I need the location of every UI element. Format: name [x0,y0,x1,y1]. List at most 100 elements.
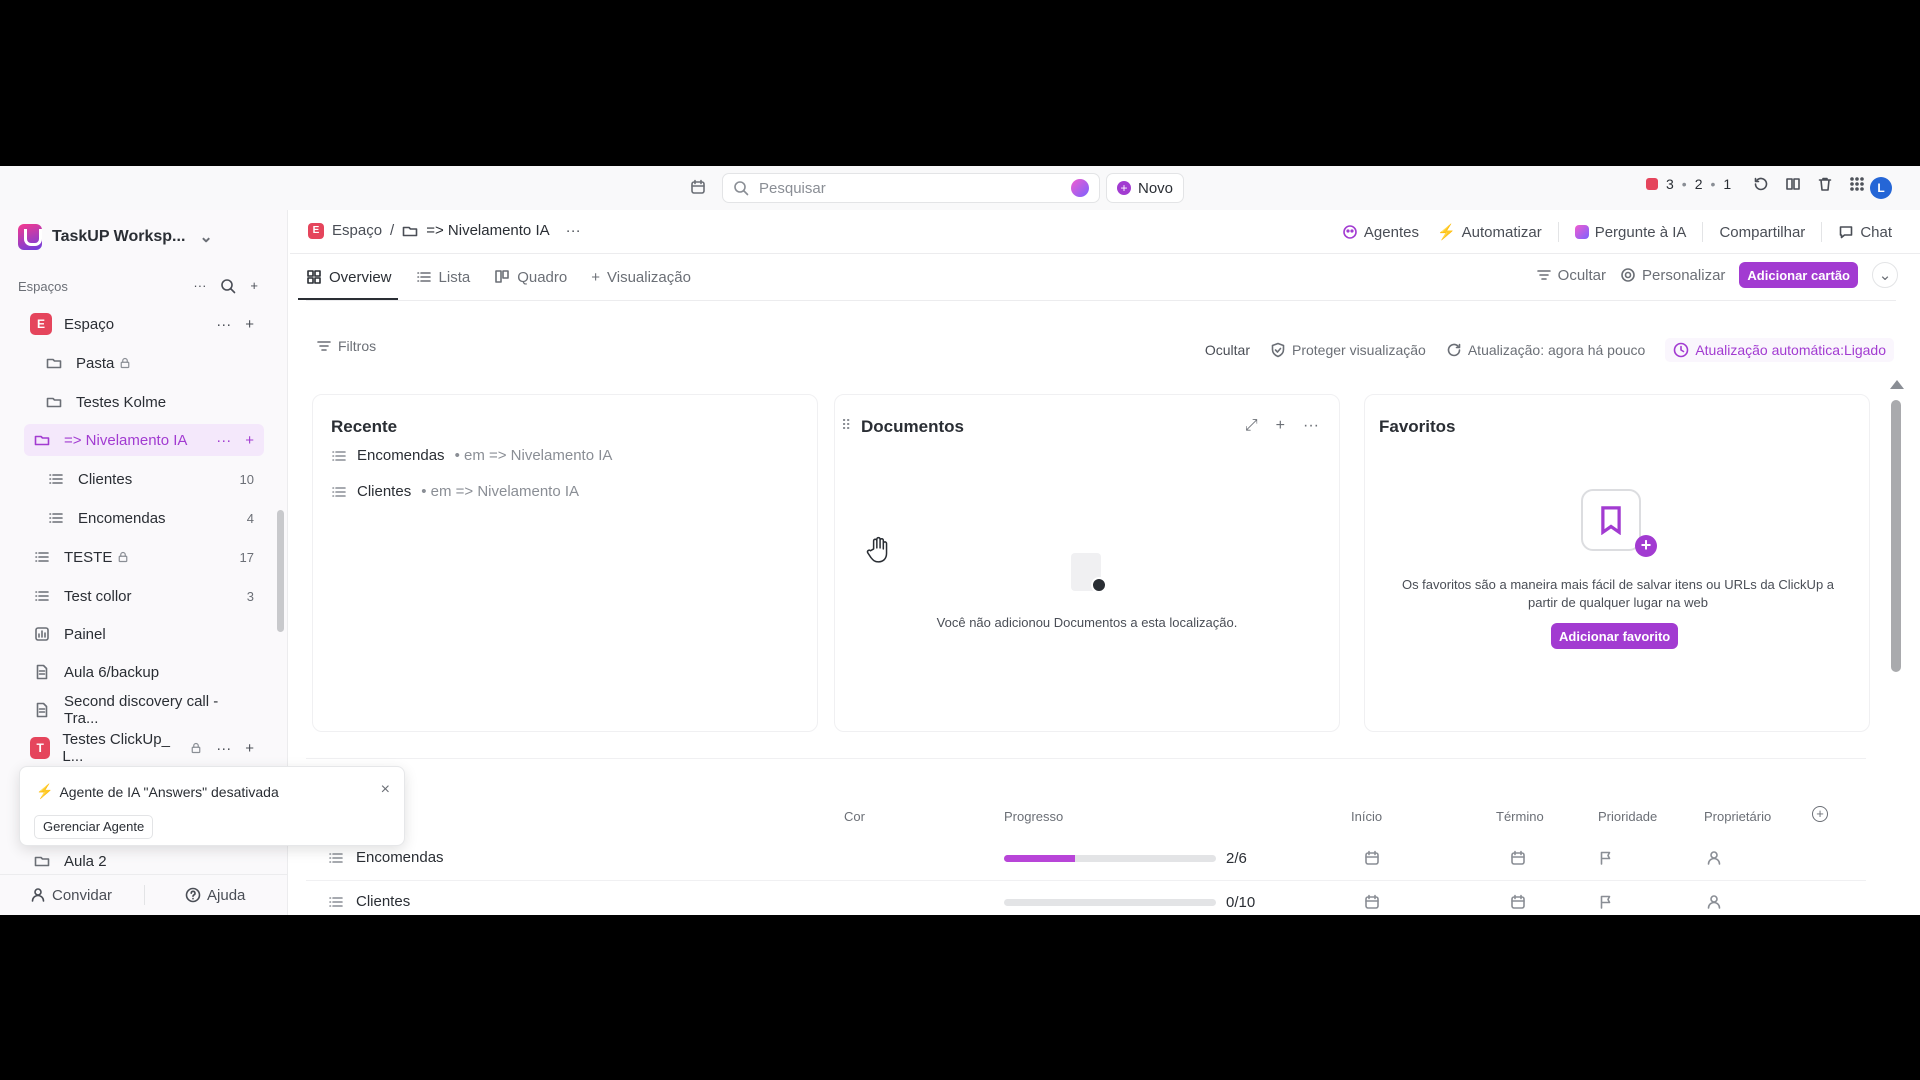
table-row[interactable]: Encomendas 2/6 [306,837,1866,881]
columns-icon[interactable] [1785,176,1801,192]
sidebar-footer: Convidar Ajuda [0,874,288,915]
chat-button[interactable]: Chat [1832,218,1898,246]
refresh-button[interactable]: Atualização: agora há pouco [1446,342,1645,358]
calendar-icon[interactable] [690,179,706,195]
user-icon [31,888,45,902]
column-header-owner: Proprietário [1704,809,1772,824]
invite-button[interactable]: Convidar [30,887,112,904]
user-icon[interactable] [1706,894,1722,910]
trash-icon[interactable] [1817,176,1833,192]
add-column-icon[interactable]: + [1812,806,1828,822]
search-placeholder: Pesquisar [759,179,826,197]
expand-icon[interactable]: ⤢ [1245,417,1258,435]
scroll-up-arrow-icon[interactable] [1890,380,1904,389]
sidebar-item-aula-2[interactable]: Aula 2 [24,850,264,872]
auto-refresh-toggle[interactable]: Atualização automática:Ligado [1665,338,1894,362]
calendar-icon[interactable] [1510,850,1526,866]
plus-icon[interactable]: + [245,432,254,449]
recent-item[interactable]: Encomendas • em => Nivelamento IA [331,447,612,464]
tab-lista[interactable]: Lista [416,254,470,300]
search-icon [734,181,749,196]
agents-button[interactable]: Agentes [1336,218,1425,246]
overview-icon [307,270,321,284]
automate-button[interactable]: ⚡ Automatizar [1431,218,1548,246]
chat-label: Chat [1860,223,1892,241]
breadcrumb-space[interactable]: Espaço [332,222,382,239]
sidebar-item-teste[interactable]: TESTE 17 [24,541,264,573]
sidebar-item-testes-clickup[interactable]: T Testes ClickUp_ L... ··· + [20,731,264,765]
table-row[interactable]: Clientes 0/10 [306,881,1866,915]
workspace-switcher[interactable]: TaskUP Worksp... ⌄ [18,224,213,250]
drag-handle-icon[interactable]: ⠿ [841,417,851,434]
sidebar-item-espaco[interactable]: E Espaço ··· + [20,308,264,340]
sidebar-scrollbar[interactable] [277,510,284,632]
manage-agent-button[interactable]: Gerenciar Agente [34,815,154,839]
breadcrumb-current[interactable]: => Nivelamento IA [426,222,549,239]
avatar[interactable]: L [1870,177,1892,199]
customize-label: Personalizar [1642,266,1726,284]
calendar-icon[interactable] [1364,894,1380,910]
row-name: Encomendas [356,849,444,866]
tab-overview[interactable]: Overview [298,254,398,300]
more-icon[interactable]: ··· [216,432,231,449]
new-button[interactable]: + Novo [1106,173,1185,203]
hide-button[interactable]: Ocultar [1536,267,1606,284]
sidebar-item-pasta[interactable]: Pasta [36,347,264,379]
record-icon[interactable] [1646,178,1658,190]
history-icon[interactable] [1753,176,1769,192]
sidebar-item-testes-kolme[interactable]: Testes Kolme [36,386,264,418]
help-button[interactable]: Ajuda [185,887,245,904]
workspace-logo-icon [18,224,42,250]
customize-button[interactable]: Personalizar [1620,267,1725,284]
flag-icon[interactable] [1598,894,1614,910]
tab-add-view[interactable]: + Visualização [591,254,691,300]
main-scrollbar[interactable] [1891,400,1901,672]
lock-icon [191,742,201,754]
close-icon[interactable]: × [381,781,390,799]
hide-cards-button[interactable]: Ocultar [1205,342,1250,358]
sidebar-item-aula-6-backup[interactable]: Aula 6/backup [24,656,264,688]
apps-grid-icon[interactable] [1849,176,1865,192]
plus-icon[interactable]: + [245,316,254,333]
more-icon[interactable]: ··· [1303,417,1319,435]
divider [1821,222,1823,242]
recent-item[interactable]: Clientes • em => Nivelamento IA [331,483,579,500]
sidebar-item-encomendas[interactable]: Encomendas 4 [36,502,264,534]
space-badge: E [308,222,324,239]
tab-quadro[interactable]: Quadro [494,254,567,300]
sidebar-item-painel[interactable]: Painel [24,618,264,650]
calendar-icon[interactable] [1364,850,1380,866]
ask-ai-button[interactable]: Pergunte à IA [1569,218,1693,246]
sidebar-item-clientes[interactable]: Clientes 10 [36,463,264,495]
add-card-button[interactable]: Adicionar cartão [1739,262,1858,288]
recent-card: Recente Encomendas • em => Nivelamento I… [312,394,818,732]
filters-button[interactable]: Filtros [316,338,376,354]
more-icon[interactable]: ··· [216,740,231,757]
sidebar-item-label: Aula 6/backup [64,663,160,681]
user-icon[interactable] [1706,850,1722,866]
sidebar-item-test-collor[interactable]: Test collor 3 [24,580,264,612]
sliders-icon [1536,270,1551,280]
plus-icon[interactable]: + [245,740,254,757]
calendar-icon[interactable] [1510,894,1526,910]
flag-icon[interactable] [1598,850,1614,866]
item-count: 3 [246,588,254,604]
search-input[interactable]: Pesquisar [722,173,1100,203]
more-icon[interactable]: ··· [216,316,231,333]
ai-brain-icon[interactable] [1071,179,1089,197]
sidebar-item-nivelamento-ia[interactable]: => Nivelamento IA ··· + [24,424,264,456]
sidebar-item-second-discovery[interactable]: Second discovery call - Tra... [24,693,264,727]
automate-label: Automatizar [1461,223,1542,241]
list-icon [332,450,346,461]
sidebar-item-label: Espaço [64,315,115,333]
protect-view-button[interactable]: Proteger visualização [1270,342,1426,358]
plus-icon[interactable]: + [250,278,258,294]
add-favorite-button[interactable]: Adicionar favorito [1551,623,1679,649]
chevron-down-icon[interactable]: ⌄ [1872,262,1898,288]
more-icon[interactable]: ··· [566,222,581,239]
search-icon[interactable] [220,278,236,294]
more-icon[interactable]: ··· [193,278,206,294]
progress-text: 0/10 [1226,894,1256,911]
share-button[interactable]: Compartilhar [1713,218,1811,246]
plus-icon[interactable]: + [1276,417,1285,435]
